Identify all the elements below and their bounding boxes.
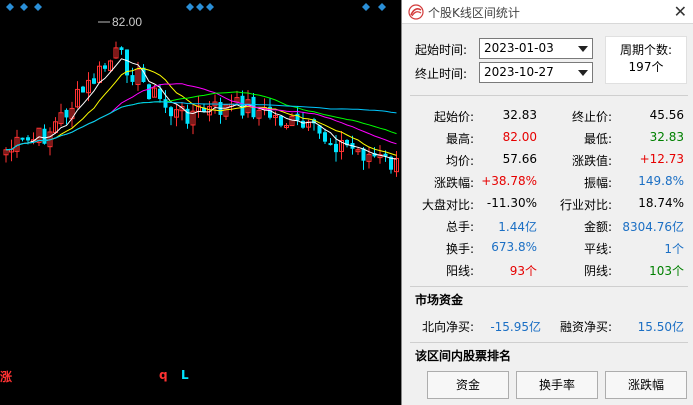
start-date-picker[interactable]: 2023-01-03	[479, 38, 593, 59]
stat-label: 平线:	[583, 242, 612, 256]
stat-value: 1.44亿	[498, 220, 537, 234]
cycle-count-value: 197个	[628, 60, 664, 74]
marker-diamond-icon	[186, 3, 194, 11]
candle-body	[301, 120, 305, 128]
kline-chart-svg: 82.00	[3, 3, 399, 177]
interval-stats-panel: 个股K线区间统计 ✕ 起始时间: 2023-01-03 终止时间: 2023-1…	[401, 0, 693, 405]
marker-diamond-icon	[206, 3, 214, 11]
stat-value: 8304.76亿	[622, 220, 684, 234]
divider	[410, 342, 688, 343]
rank-by-change-button[interactable]: 涨跌幅	[605, 371, 687, 399]
cycle-count-box: 周期个数: 197个	[605, 36, 687, 84]
cycle-count-label: 周期个数:	[619, 43, 673, 57]
marker-diamond-icon	[6, 3, 14, 11]
stat-label: 阴线:	[583, 264, 612, 278]
stat-label: 金额:	[583, 220, 612, 234]
candle-body	[81, 86, 85, 93]
candle-body	[328, 143, 333, 146]
rank-by-turnover-button[interactable]: 换手率	[516, 371, 598, 399]
panel-title: 个股K线区间统计	[428, 6, 520, 20]
candle-body	[323, 132, 327, 142]
north-net-buy-value: -15.95亿	[490, 320, 541, 334]
stat-value: 1个	[664, 242, 684, 256]
candle-body	[169, 107, 173, 117]
ma30-line	[5, 91, 397, 151]
candle-body	[147, 84, 151, 100]
rank-by-funds-button[interactable]: 资金	[427, 371, 509, 399]
candle-body	[42, 128, 47, 144]
marker-diamond-icon	[34, 3, 42, 11]
candle-body	[163, 99, 168, 108]
ranking-title: 该区间内股票排名	[415, 349, 512, 363]
candle-body	[103, 65, 107, 69]
candle-body	[361, 148, 366, 161]
chevron-down-icon	[578, 70, 588, 76]
margin-net-buy-label: 融资净买:	[559, 320, 612, 334]
stat-value: +38.78%	[481, 174, 537, 188]
stat-value: 82.00	[502, 130, 537, 144]
peak-price-label: 82.00	[112, 15, 142, 29]
chevron-down-icon	[578, 46, 588, 52]
candle-body	[240, 95, 245, 116]
candle-body	[334, 143, 338, 153]
stat-value: 673.8%	[491, 240, 537, 254]
panel-titlebar[interactable]: 个股K线区间统计 ✕	[402, 0, 693, 24]
market-funds-title: 市场资金	[415, 293, 464, 307]
candle-body	[130, 75, 135, 82]
stat-label: 最低:	[583, 132, 612, 146]
stat-value: 32.83	[502, 108, 537, 122]
candle-body	[64, 109, 69, 118]
stat-label: 终止价:	[571, 110, 612, 124]
chart-l-label: L	[181, 368, 189, 382]
end-date-picker[interactable]: 2023-10-27	[479, 62, 593, 83]
stat-value: -11.30%	[486, 196, 537, 210]
chart-rise-label: 涨	[0, 370, 13, 384]
end-time-label: 终止时间:	[415, 67, 468, 81]
candle-body	[119, 47, 124, 51]
close-icon[interactable]: ✕	[674, 2, 687, 21]
stat-value: 57.66	[502, 152, 537, 166]
kline-chart[interactable]: 82.00 涨 q L	[0, 0, 401, 405]
divider	[410, 95, 688, 96]
stat-label: 涨跌值:	[571, 154, 612, 168]
candle-body	[295, 113, 300, 121]
stat-value: 149.8%	[638, 174, 684, 188]
app-logo-icon	[408, 4, 424, 20]
candle-body	[20, 137, 25, 140]
candle-body	[92, 78, 96, 84]
start-date-value: 2023-01-03	[484, 41, 554, 55]
stat-label: 振幅:	[583, 176, 612, 190]
margin-net-buy-value: 15.50亿	[637, 320, 684, 334]
stat-value: +12.73	[639, 152, 684, 166]
stat-value: 18.74%	[638, 196, 684, 210]
end-date-value: 2023-10-27	[484, 65, 554, 79]
marker-diamond-icon	[196, 3, 204, 11]
stat-label: 行业对比:	[559, 198, 612, 212]
stat-value: 93个	[509, 264, 537, 278]
marker-diamond-icon	[20, 3, 28, 11]
marker-diamond-icon	[378, 3, 386, 11]
divider	[410, 286, 688, 287]
candle-body	[26, 137, 30, 141]
marker-diamond-icon	[362, 3, 370, 11]
chart-q-label: q	[159, 368, 168, 382]
stat-value: 45.56	[649, 108, 684, 122]
start-time-label: 起始时间:	[415, 43, 468, 57]
candle-body	[279, 115, 283, 126]
stat-value: 103个	[649, 264, 684, 278]
stat-value: 32.83	[649, 130, 684, 144]
